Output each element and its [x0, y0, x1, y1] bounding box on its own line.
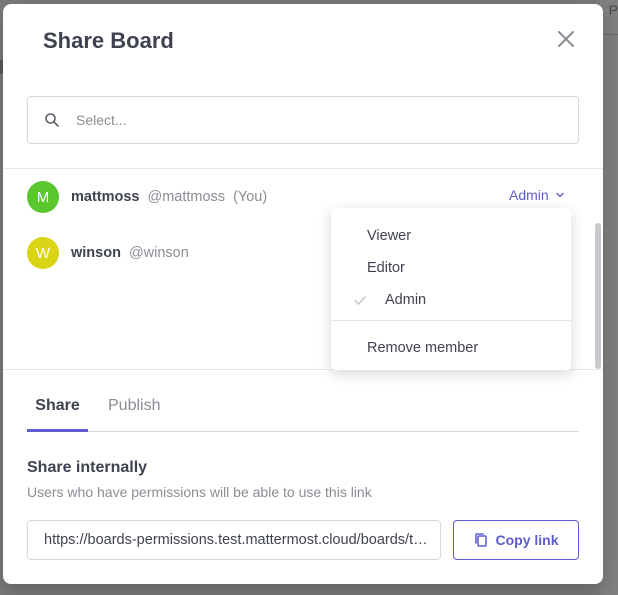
- member-search-box[interactable]: [27, 96, 579, 144]
- menu-item-label: Editor: [367, 260, 405, 276]
- dialog-title: Share Board: [43, 28, 174, 53]
- share-link-field[interactable]: https://boards-permissions.test.mattermo…: [27, 520, 441, 560]
- check-icon: [354, 296, 366, 305]
- search-icon: [45, 113, 59, 127]
- member-row: W winson @winson: [27, 235, 197, 271]
- share-board-dialog: Share Board M mattmoss @mattmoss (You) A…: [3, 4, 603, 584]
- scrollbar-thumb[interactable]: [595, 223, 601, 369]
- share-tabs: Share Publish: [27, 388, 579, 432]
- close-button[interactable]: [555, 28, 577, 50]
- copy-link-label: Copy link: [495, 532, 559, 548]
- share-link-text: https://boards-permissions.test.mattermo…: [44, 532, 432, 548]
- menu-divider: [331, 320, 571, 321]
- tab-share[interactable]: Share: [27, 388, 88, 432]
- member-username: @winson: [128, 245, 189, 261]
- member-username: @mattmoss: [147, 189, 226, 205]
- search-input[interactable]: [76, 112, 536, 128]
- menu-item-viewer[interactable]: Viewer: [331, 220, 571, 252]
- member-row: M mattmoss @mattmoss (You): [27, 179, 267, 215]
- share-internally-description: Users who have permissions will be able …: [27, 484, 372, 500]
- role-dropdown-button[interactable]: Admin: [509, 187, 565, 203]
- copy-icon: [475, 533, 488, 547]
- member-you-label: (You): [233, 189, 268, 205]
- chevron-down-icon: [555, 192, 564, 198]
- menu-item-editor[interactable]: Editor: [331, 252, 571, 284]
- role-label: Admin: [509, 187, 549, 203]
- background-header-letter: P: [608, 2, 618, 18]
- background-divider: [604, 34, 618, 35]
- share-internally-title: Share internally: [27, 459, 148, 476]
- tab-publish[interactable]: Publish: [108, 388, 160, 432]
- menu-item-label: Admin: [385, 292, 427, 308]
- role-menu: Viewer Editor Admin Remove member: [331, 208, 571, 370]
- member-name: mattmoss: [71, 189, 140, 205]
- menu-item-remove-member[interactable]: Remove member: [331, 332, 571, 364]
- avatar: W: [27, 237, 59, 269]
- copy-link-button[interactable]: Copy link: [453, 520, 579, 560]
- close-icon: [558, 31, 574, 47]
- menu-item-admin[interactable]: Admin: [331, 284, 571, 316]
- avatar: M: [27, 181, 59, 213]
- menu-item-label: Viewer: [367, 228, 412, 244]
- member-name: winson: [71, 245, 121, 261]
- menu-item-label: Remove member: [367, 340, 479, 356]
